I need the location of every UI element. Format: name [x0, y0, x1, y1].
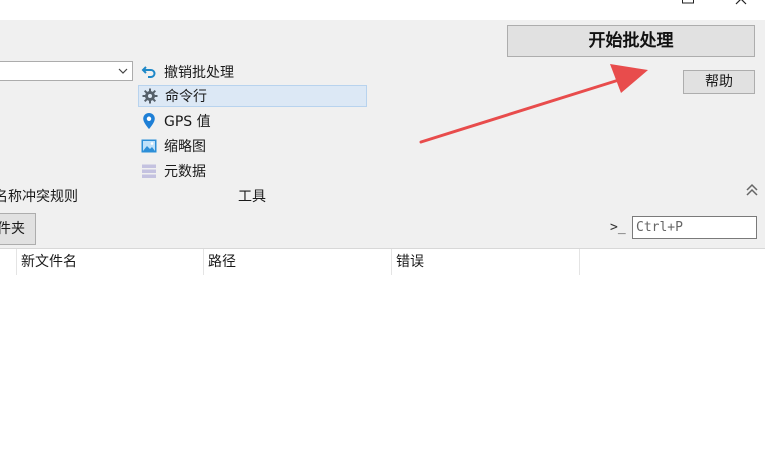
- table-spacer-column: [0, 249, 17, 275]
- image-icon: [140, 137, 158, 155]
- database-icon: [140, 162, 158, 180]
- conflict-rule-label: 名称冲突规则: [0, 189, 78, 205]
- tool-item-thumbnail[interactable]: 缩略图: [138, 135, 367, 157]
- title-bar: [0, 0, 765, 20]
- tool-item-label: GPS 值: [164, 114, 211, 130]
- tool-item-label: 缩略图: [164, 139, 206, 155]
- tool-item-label: 撤销批处理: [164, 65, 234, 81]
- maximize-icon: [682, 0, 694, 4]
- close-icon: [735, 0, 747, 5]
- tool-item-command-line[interactable]: 命令行: [138, 85, 367, 107]
- tool-item-metadata[interactable]: 元数据: [138, 160, 367, 182]
- chevron-down-icon: [118, 68, 128, 74]
- command-shortcut-input[interactable]: Ctrl+P: [632, 216, 757, 239]
- results-table-header: 新文件名 路径 错误: [0, 248, 765, 275]
- close-button[interactable]: [727, 0, 755, 14]
- help-button[interactable]: 帮助: [683, 70, 755, 94]
- tool-item-undo-batch[interactable]: 撤销批处理: [138, 61, 367, 83]
- column-error[interactable]: 错误: [392, 249, 580, 275]
- gear-icon: [141, 87, 159, 105]
- tools-section-label: 工具: [238, 189, 266, 205]
- folder-button[interactable]: 件夹: [0, 213, 36, 245]
- maximize-button[interactable]: [674, 0, 702, 14]
- options-panel: 开始批处理 帮助 撤销批处理 命令行 GPS 值 缩略图 元数据 名称冲突规则 …: [0, 20, 765, 248]
- terminal-prompt-icon: >_: [610, 220, 626, 235]
- minimize-button[interactable]: [610, 0, 638, 14]
- tool-item-label: 元数据: [164, 164, 206, 180]
- column-path[interactable]: 路径: [204, 249, 392, 275]
- minimize-icon: [610, 0, 638, 14]
- collapse-icon[interactable]: [745, 183, 759, 197]
- start-batch-button[interactable]: 开始批处理: [507, 25, 755, 57]
- rule-select[interactable]: [0, 61, 133, 81]
- tool-item-gps[interactable]: GPS 值: [138, 110, 367, 132]
- undo-icon: [140, 63, 158, 81]
- column-new-filename[interactable]: 新文件名: [17, 249, 204, 275]
- location-pin-icon: [140, 112, 158, 130]
- tool-item-label: 命令行: [165, 89, 207, 105]
